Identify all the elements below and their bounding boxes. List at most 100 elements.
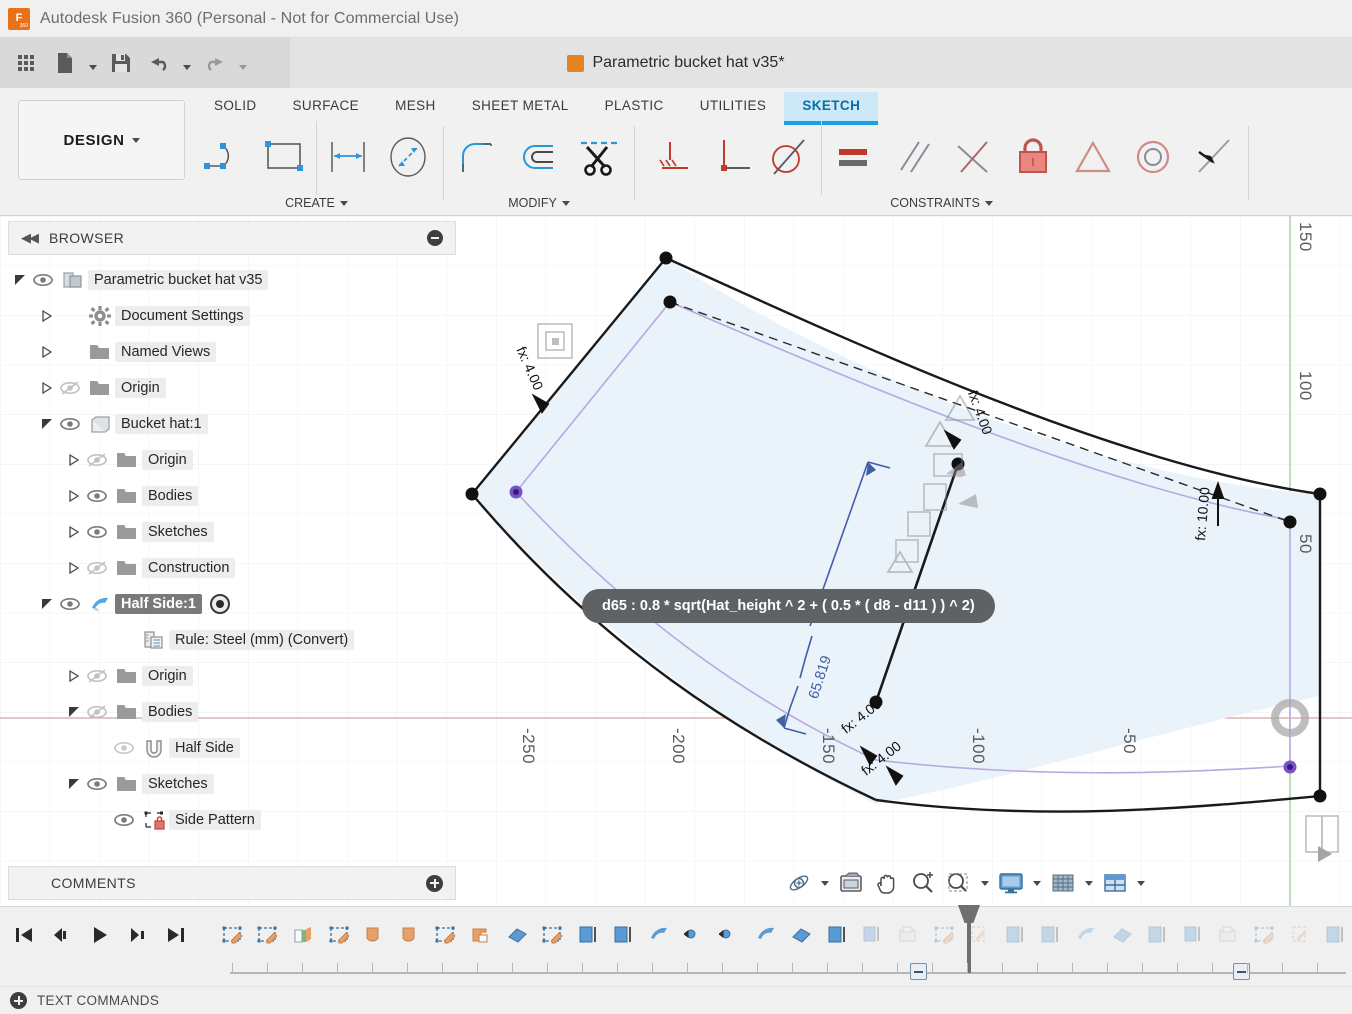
horizontal-vertical-constraint-icon[interactable] — [641, 126, 699, 188]
twist-open-icon[interactable] — [39, 586, 55, 622]
eye-icon[interactable] — [28, 262, 58, 298]
timeline-feature-23[interactable] — [1034, 916, 1068, 954]
parallel-constraint-icon[interactable] — [884, 126, 942, 188]
timeline-feature-27[interactable] — [1176, 916, 1210, 954]
timeline-feature-29[interactable] — [1247, 916, 1281, 954]
eye-icon[interactable] — [82, 442, 112, 478]
comments-panel[interactable]: COMMENTS — [8, 866, 456, 900]
display-settings-icon[interactable] — [994, 866, 1028, 900]
twist-closed-icon[interactable] — [66, 658, 82, 694]
minus-circle-icon[interactable] — [427, 230, 443, 246]
browser-item-origin[interactable]: Origin — [12, 442, 462, 478]
timeline-feature-2[interactable] — [286, 916, 320, 954]
twist-open-icon[interactable] — [39, 406, 55, 442]
eye-icon[interactable] — [82, 694, 112, 730]
collapse-left-icon[interactable]: ◀◀ — [21, 230, 39, 246]
zoom-window-icon[interactable] — [942, 866, 976, 900]
trim-scissors-icon[interactable] — [570, 126, 628, 188]
timeline-feature-4[interactable] — [357, 916, 391, 954]
app-grid-icon[interactable] — [10, 46, 44, 80]
twist-open-icon[interactable] — [66, 766, 82, 802]
fix-lock-icon[interactable] — [1004, 126, 1062, 188]
new-document-icon[interactable] — [48, 46, 82, 80]
timeline-feature-8[interactable] — [500, 916, 534, 954]
line-icon[interactable] — [196, 126, 254, 188]
sketch-dimension-icon[interactable] — [379, 126, 437, 188]
eye-icon[interactable] — [55, 370, 85, 406]
timeline-feature-1[interactable] — [251, 916, 285, 954]
look-at-icon[interactable] — [834, 866, 868, 900]
step-forward-icon[interactable] — [122, 919, 154, 951]
browser-item-origin[interactable]: Origin — [12, 370, 462, 406]
eye-icon[interactable] — [82, 550, 112, 586]
browser-item-bucket-hat-1[interactable]: Bucket hat:1 — [12, 406, 462, 442]
curvature-icon[interactable] — [1184, 126, 1242, 188]
browser-item-origin[interactable]: Origin — [12, 658, 462, 694]
timeline-feature-16[interactable] — [785, 916, 819, 954]
timeline-feature-6[interactable] — [429, 916, 463, 954]
undo-dropdown-icon[interactable] — [180, 46, 194, 80]
timeline-feature-28[interactable] — [1212, 916, 1246, 954]
timeline-feature-18[interactable] — [856, 916, 890, 954]
timeline-feature-13[interactable] — [678, 916, 712, 954]
plus-circle-icon[interactable] — [426, 874, 443, 892]
twist-closed-icon[interactable] — [39, 334, 55, 370]
timeline-track[interactable] — [230, 919, 1346, 980]
twist-closed-icon[interactable] — [66, 442, 82, 478]
tangent-constraint-icon[interactable] — [761, 126, 819, 188]
timeline-feature-10[interactable] — [571, 916, 605, 954]
perpendicular-constraint-icon[interactable] — [701, 126, 759, 188]
timeline-feature-17[interactable] — [820, 916, 854, 954]
timeline-feature-22[interactable] — [998, 916, 1032, 954]
rectangle-icon[interactable] — [256, 126, 314, 188]
twist-open-icon[interactable] — [66, 694, 82, 730]
eye-icon[interactable] — [55, 406, 85, 442]
eye-icon[interactable] — [82, 478, 112, 514]
orbit-icon[interactable] — [782, 866, 816, 900]
browser-item-named-views[interactable]: Named Views — [12, 334, 462, 370]
undo-icon[interactable] — [142, 46, 176, 80]
timeline-feature-25[interactable] — [1105, 916, 1139, 954]
browser-item-bodies[interactable]: Bodies — [12, 478, 462, 514]
eye-icon[interactable] — [82, 766, 112, 802]
pan-hand-icon[interactable] — [870, 866, 904, 900]
timeline-feature-24[interactable] — [1069, 916, 1103, 954]
timeline-feature-14[interactable] — [713, 916, 747, 954]
timeline-feature-15[interactable] — [749, 916, 783, 954]
dimension-icon[interactable] — [319, 126, 377, 188]
viewports-dropdown-icon[interactable] — [1134, 866, 1148, 900]
grid-snaps-icon[interactable] — [1046, 866, 1080, 900]
play-icon[interactable] — [84, 919, 116, 951]
workspace-selector[interactable]: DESIGN — [18, 100, 185, 180]
timeline-feature-12[interactable] — [642, 916, 676, 954]
redo-dropdown-icon[interactable] — [236, 46, 250, 80]
midpoint-icon[interactable] — [1064, 126, 1122, 188]
fillet-icon[interactable] — [450, 126, 508, 188]
browser-item-construction[interactable]: Construction — [12, 550, 462, 586]
chevron-down-icon[interactable] — [339, 200, 348, 206]
tab-surface[interactable]: SURFACE — [275, 92, 378, 121]
skip-to-start-icon[interactable] — [8, 919, 40, 951]
timeline-feature-19[interactable] — [891, 916, 925, 954]
timeline-feature-20[interactable] — [927, 916, 961, 954]
timeline-feature-31[interactable] — [1318, 916, 1352, 954]
browser-item-document-settings[interactable]: Document Settings — [12, 298, 462, 334]
browser-item-bodies[interactable]: Bodies — [12, 694, 462, 730]
offset-icon[interactable] — [510, 126, 568, 188]
perpendicular-icon[interactable] — [944, 126, 1002, 188]
twist-closed-icon[interactable] — [66, 478, 82, 514]
browser-item-half-side[interactable]: Half Side — [12, 730, 462, 766]
text-commands-bar[interactable]: TEXT COMMANDS — [0, 986, 1352, 1014]
eye-icon[interactable] — [82, 658, 112, 694]
orbit-dropdown-icon[interactable] — [818, 866, 832, 900]
twist-closed-icon[interactable] — [39, 370, 55, 406]
timeline-feature-30[interactable] — [1283, 916, 1317, 954]
plus-circle-icon[interactable] — [10, 992, 27, 1009]
tab-sheet-metal[interactable]: SHEET METAL — [454, 92, 587, 121]
timeline-feature-7[interactable] — [464, 916, 498, 954]
eye-icon[interactable] — [109, 802, 139, 838]
equal-constraint-icon[interactable] — [824, 126, 882, 188]
browser-item-sketches[interactable]: Sketches — [12, 766, 462, 802]
eye-icon[interactable] — [109, 730, 139, 766]
tab-solid[interactable]: SOLID — [196, 92, 275, 121]
